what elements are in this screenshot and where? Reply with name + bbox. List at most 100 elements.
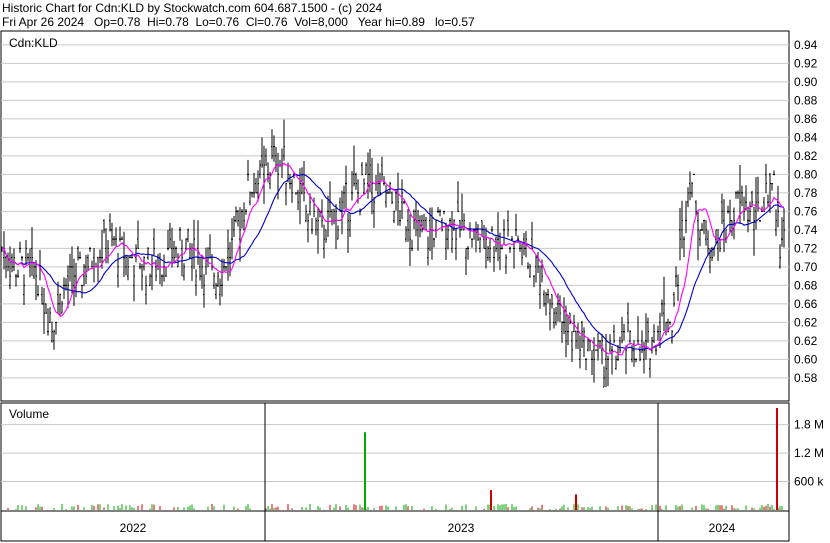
price-tick-label: 0.66 <box>794 297 818 311</box>
ohlc-bar <box>623 324 625 341</box>
ohlc-bar <box>69 253 71 282</box>
year-label: 2024 <box>709 521 736 535</box>
ohlc-bar <box>435 219 437 238</box>
ohlc-bar <box>583 327 585 357</box>
ohlc-bar <box>137 220 139 249</box>
ohlc-bar <box>41 286 43 305</box>
ohlc-bar <box>329 181 331 218</box>
ohlc-bar <box>283 119 285 161</box>
ohlc-bar <box>501 245 503 250</box>
ohlc-bar <box>241 209 243 229</box>
ohlc-bar <box>111 222 113 247</box>
ohlc-bar <box>529 263 531 278</box>
ohlc-bar <box>255 177 257 194</box>
ohlc-bar <box>499 232 501 271</box>
ohlc-bar <box>603 366 605 388</box>
ohlc-bar <box>343 185 345 210</box>
ohlc-bar <box>195 269 197 296</box>
ohlc-bar <box>445 222 447 261</box>
ohlc-bar <box>199 256 201 281</box>
ohlc-bar <box>437 206 439 214</box>
ohlc-bar <box>217 271 219 288</box>
ohlc-bar <box>607 355 609 387</box>
ohlc-bar <box>219 278 221 306</box>
ohlc-bar <box>253 172 255 198</box>
volume-grid <box>1 424 789 483</box>
ohlc-bar <box>227 229 229 281</box>
ohlc-bar <box>79 251 81 260</box>
ohlc-bar <box>27 253 29 262</box>
price-tick-label: 0.82 <box>794 149 818 163</box>
ohlc-bar <box>167 229 169 251</box>
ohlc-bar <box>281 148 283 179</box>
ohlc-bar <box>393 210 395 224</box>
ohlc-bar <box>67 265 69 309</box>
ohlc-bar <box>665 321 667 336</box>
ohlc-bar <box>721 193 723 225</box>
ohlc-bar <box>231 218 233 260</box>
ohlc-bar <box>235 206 237 223</box>
moving-average-long <box>2 173 785 351</box>
ohlc-bar <box>353 145 355 187</box>
ohlc-bar <box>515 213 517 237</box>
ohlc-bar <box>97 256 99 283</box>
price-tick-label: 0.78 <box>794 186 818 200</box>
ohlc-bar <box>183 263 185 281</box>
ohlc-bar <box>563 297 565 335</box>
price-tick-label: 0.88 <box>794 93 818 107</box>
ohlc-bar <box>221 258 223 297</box>
ohlc-bar <box>53 329 55 350</box>
ohlc-bar <box>681 200 683 249</box>
ohlc-bar <box>73 258 75 307</box>
ohlc-bar <box>45 303 47 314</box>
volume-panel-frame <box>0 402 790 512</box>
ohlc-bar <box>683 236 685 258</box>
ohlc-bar <box>703 219 705 235</box>
ohlc-bar <box>89 247 91 252</box>
ohlc-bar <box>397 172 399 226</box>
ohlc-bar <box>629 330 631 345</box>
ohlc-bar <box>725 229 727 244</box>
ohlc-bar <box>171 227 173 268</box>
ohlc-bar <box>689 171 691 201</box>
ohlc-bar <box>295 192 297 195</box>
ohlc-bar <box>21 255 23 262</box>
ohlc-bar <box>141 263 143 291</box>
ohlc-bar <box>507 210 509 237</box>
ohlc-bar <box>93 248 95 283</box>
ohlc-bar <box>645 313 647 360</box>
ohlc-bar <box>571 330 573 362</box>
ohlc-bar <box>439 209 441 217</box>
ohlc-bar <box>537 251 539 273</box>
price-tick-label: 0.74 <box>794 223 818 237</box>
ohlc-bar <box>615 355 617 370</box>
ohlc-bar <box>225 266 227 271</box>
ohlc-bar <box>223 258 225 272</box>
ohlc-bar <box>691 181 693 198</box>
price-tick-label: 0.70 <box>794 260 818 274</box>
ohlc-bars <box>1 119 785 388</box>
ohlc-bar <box>315 217 317 236</box>
ohlc-bar <box>179 227 181 241</box>
ohlc-bar <box>107 240 109 264</box>
ohlc-bar <box>747 206 749 233</box>
ohlc-bar <box>289 173 291 190</box>
price-tick-label: 0.60 <box>794 352 818 366</box>
ohlc-bar <box>275 146 277 172</box>
ohlc-bar <box>181 239 183 277</box>
ohlc-bar <box>619 336 621 354</box>
ohlc-bar <box>335 203 337 250</box>
ohlc-bar <box>271 129 273 160</box>
ohlc-bar <box>35 260 37 301</box>
volume-tick-label: 1.8 M <box>794 418 824 432</box>
ohlc-bar <box>443 210 445 215</box>
ohlc-bar <box>505 254 507 274</box>
ohlc-bar <box>741 185 743 207</box>
ohlc-bar <box>745 185 747 211</box>
ohlc-bar <box>519 242 521 252</box>
ohlc-bar <box>303 161 305 202</box>
ohlc-bar <box>249 191 251 206</box>
ohlc-bar <box>585 358 587 371</box>
ohlc-bar <box>387 191 389 195</box>
ohlc-bar <box>649 358 651 378</box>
